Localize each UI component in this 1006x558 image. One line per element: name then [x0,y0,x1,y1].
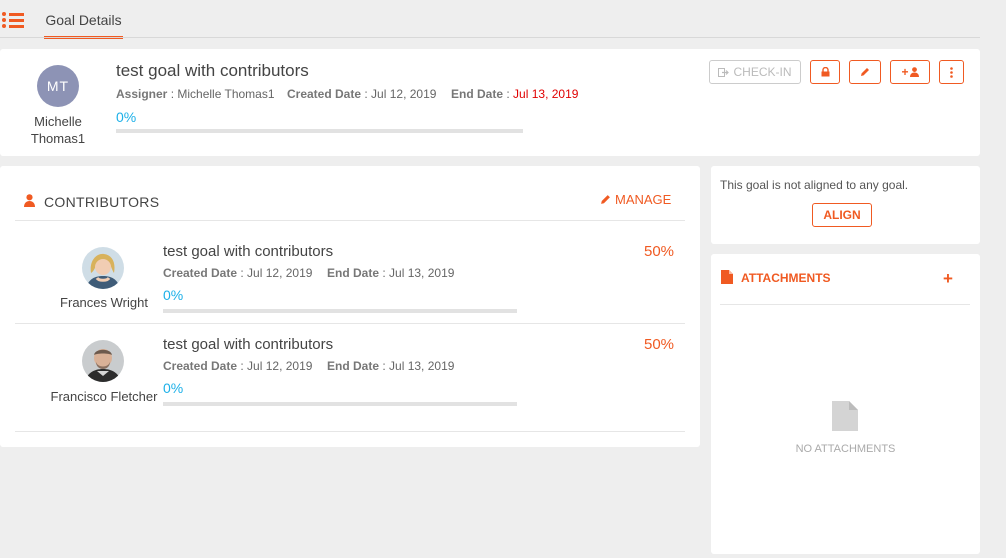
assigner-value: : Michelle Thomas1 [170,87,275,101]
contributor-created-label: Created Date [163,359,238,373]
goal-title: test goal with contributors [116,61,309,80]
contributor-weight: 50% [644,336,675,353]
list-menu-icon[interactable] [2,12,24,28]
contributors-divider [15,220,685,221]
contributor-progress-text: 0% [163,287,184,303]
goal-end-date: End Date : Jul 13, 2019 [451,87,578,101]
created-date-value: : Jul 12, 2019 [364,87,437,101]
contributor-name: Frances Wright [60,295,148,310]
goal-created-date: Created Date : Jul 12, 2019 [287,87,436,101]
created-date-label: Created Date [287,87,362,101]
check-in-button[interactable]: CHECK-IN [709,60,801,84]
contributor-created-date: Created Date : Jul 12, 2019 [163,266,312,280]
end-date-label: End Date [451,87,504,101]
contributor-created-date: Created Date : Jul 12, 2019 [163,359,312,373]
alignment-card: This goal is not aligned to any goal. AL… [711,166,980,244]
lock-button[interactable] [810,60,840,84]
contributor-goal-title: test goal with contributors [163,243,334,260]
no-attachments-text: NO ATTACHMENTS [795,443,896,455]
owner-avatar: MT [37,65,79,107]
contributor-created-value: : Jul 12, 2019 [240,266,313,280]
top-bar: Goal Details [0,0,1006,40]
manage-contributors-link[interactable]: MANAGE [600,192,671,207]
assigner-label: Assigner [116,87,168,101]
goal-progress-text: 0% [116,109,137,125]
contributor-created-label: Created Date [163,266,238,280]
user-icon [909,67,919,77]
end-date-separator: : [506,87,510,101]
contributor-avatar [82,247,124,289]
vertical-dots-icon [950,66,953,78]
contributor-progress-bar [163,402,517,406]
attachments-divider [720,304,970,305]
plus-icon: + [901,65,909,79]
contributors-card: CONTRIBUTORS MANAGE Frances Wright test … [0,166,700,447]
add-contributor-button[interactable]: + [890,60,930,84]
goal-header-card: MT Michelle Thomas1 test goal with contr… [0,49,980,156]
contributor-end-value: : Jul 13, 2019 [382,266,455,280]
goal-progress-bar [116,129,523,133]
tab-goal-details[interactable]: Goal Details [44,0,123,39]
alignment-message: This goal is not aligned to any goal. [720,178,909,192]
contributor-progress-text: 0% [163,380,184,396]
manage-label: MANAGE [615,192,672,207]
align-button[interactable]: ALIGN [812,203,872,227]
attachments-heading: ATTACHMENTS [741,271,831,285]
pencil-icon [861,68,869,76]
contributor-end-label: End Date [327,359,380,373]
row-divider [15,323,685,324]
contributors-heading: CONTRIBUTORS [44,194,160,210]
contributor-weight: 50% [644,243,675,260]
avatar-photo-icon [82,247,124,289]
contributor-end-value: : Jul 13, 2019 [382,359,455,373]
contributor-end-date: End Date : Jul 13, 2019 [327,266,454,280]
contributor-end-label: End Date [327,266,380,280]
attachments-card: ATTACHMENTS + NO ATTACHMENTS [711,254,980,554]
contributor-goal-title: test goal with contributors [163,336,334,353]
edit-button[interactable] [849,60,881,84]
avatar-photo-icon [82,340,124,382]
contributor-avatar [82,340,124,382]
contributors-user-icon [24,194,35,207]
row-divider [15,431,685,432]
check-in-label: CHECK-IN [733,65,792,79]
add-attachment-icon[interactable]: + [943,269,953,289]
contributor-created-value: : Jul 12, 2019 [240,359,313,373]
tab-divider [0,37,980,38]
lock-icon [821,67,829,77]
contributor-progress-bar [163,309,517,313]
more-options-button[interactable] [939,60,964,84]
contributor-name: Francisco Fletcher [50,389,158,404]
end-date-value: Jul 13, 2019 [513,87,579,101]
empty-document-icon [832,401,858,431]
owner-name: Michelle Thomas1 [30,114,86,146]
check-in-icon [718,67,730,77]
contributor-end-date: End Date : Jul 13, 2019 [327,359,454,373]
attachment-file-icon [721,270,733,284]
manage-pencil-icon [601,195,610,204]
goal-assigner: Assigner : Michelle Thomas1 [116,87,275,101]
